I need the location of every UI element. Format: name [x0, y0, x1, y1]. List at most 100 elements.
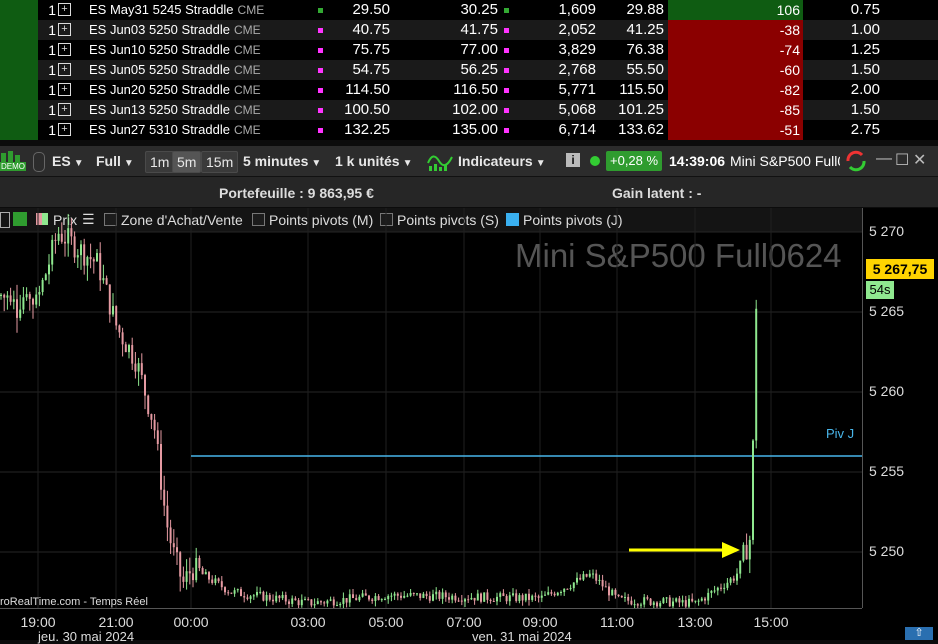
candle-body: [339, 603, 342, 606]
options-row[interactable]: 1 + ES Jun13 5250 Straddle CME 100.50 102.00 5…: [0, 100, 938, 120]
candle-body: [425, 593, 428, 597]
candle-body: [752, 440, 754, 540]
candle-body: [489, 599, 492, 601]
candle-body: [163, 489, 166, 506]
candle-body: [390, 595, 393, 597]
bid-cell: 54.75: [352, 61, 390, 78]
candle-body: [124, 344, 127, 353]
candle-body: [377, 596, 380, 601]
change-cell: -60: [668, 60, 803, 80]
candle-body: [86, 257, 89, 266]
candle-body: [99, 253, 102, 281]
refresh-icon[interactable]: [843, 149, 869, 173]
interval-15m-button[interactable]: 15m: [201, 151, 239, 173]
candle-body: [643, 597, 646, 605]
minimize-icon[interactable]: —: [876, 150, 892, 168]
expand-icon[interactable]: +: [58, 103, 71, 116]
symbol-selector[interactable]: ES ▼: [52, 151, 84, 171]
units-selector[interactable]: 1 k unités ▼: [335, 151, 413, 171]
chart-plot[interactable]: [0, 208, 862, 608]
candle-body: [76, 255, 79, 258]
change-cell: -38: [668, 20, 803, 40]
interval-5m-button[interactable]: 5m: [172, 151, 202, 173]
demo-label: DEMO: [0, 162, 26, 171]
candle-body: [547, 592, 550, 595]
candle-body: [355, 598, 358, 601]
candle-body: [240, 589, 242, 597]
candle-body: [291, 598, 294, 604]
candle-body: [633, 604, 636, 606]
quantity: 1: [48, 82, 56, 98]
pivot-label: Piv J: [826, 426, 855, 441]
candle-body: [537, 596, 540, 598]
candle-body: [64, 241, 66, 244]
candle-body: [204, 572, 207, 575]
candle-body: [726, 582, 729, 588]
expand-icon[interactable]: +: [58, 123, 71, 136]
candle-body: [211, 579, 214, 583]
y-tick-label: 5 255: [869, 463, 905, 479]
toolbar-grip-icon[interactable]: [33, 152, 45, 172]
bid-cell: 114.50: [345, 81, 390, 98]
options-row[interactable]: 1 + ES Jun10 5250 Straddle CME 75.75 77.00 3,8…: [0, 40, 938, 60]
candle-body: [614, 589, 617, 595]
info-button[interactable]: i: [566, 153, 580, 167]
price-chart[interactable]: Prix ☰ Zone d'Achat/Vente Points pivots …: [0, 208, 938, 644]
candle-body: [582, 574, 585, 580]
x-tick-label: 05:00: [368, 614, 404, 630]
mode-selector[interactable]: Full ▼: [96, 151, 134, 171]
candle-body: [262, 591, 265, 601]
x-tick-label: 21:00: [98, 614, 134, 630]
change-cell: -51: [668, 120, 803, 140]
candle-body: [0, 294, 2, 296]
ask-trend-dot: [504, 88, 509, 93]
candle-body: [352, 594, 354, 599]
candle-body: [384, 599, 386, 601]
candle-body: [201, 568, 204, 575]
options-row[interactable]: 1 + ES Jun27 5310 Straddle CME 132.25 135.00 6…: [0, 120, 938, 140]
expand-icon[interactable]: +: [58, 43, 71, 56]
candle-body: [67, 228, 70, 244]
candle-body: [438, 591, 441, 599]
candle-body: [220, 581, 223, 588]
maximize-icon[interactable]: ☐: [895, 150, 909, 170]
timeframe-selector[interactable]: 5 minutes ▼: [243, 151, 321, 171]
candle-body: [400, 595, 402, 598]
indicators-icon[interactable]: [426, 149, 454, 173]
close-icon[interactable]: ✕: [913, 150, 926, 170]
expand-icon[interactable]: +: [58, 3, 71, 16]
bid-cell: 75.75: [352, 41, 390, 58]
expand-icon[interactable]: +: [58, 23, 71, 36]
volume-cell: 6,714: [558, 121, 596, 138]
volume-cell: 3,829: [558, 41, 596, 58]
indicators-menu[interactable]: Indicateurs ▼: [458, 151, 546, 171]
candle-body: [368, 595, 370, 600]
options-row[interactable]: 1 + ES Jun05 5250 Straddle CME 54.75 56.25 2,7…: [0, 60, 938, 80]
scroll-up-icon[interactable]: ⇧: [905, 627, 933, 640]
candle-body: [432, 594, 434, 601]
candle-body: [310, 599, 313, 606]
x-tick-label: 11:00: [600, 614, 634, 630]
options-row[interactable]: 1 + ES Jun20 5250 Straddle CME 114.50 116.50 5…: [0, 80, 938, 100]
volume-cell: 2,768: [558, 61, 596, 78]
candle-body: [361, 593, 364, 597]
options-row[interactable]: 1 + ES May31 5245 Straddle CME 29.50 30.25 1,6…: [0, 0, 938, 20]
chevron-down-icon: ▼: [311, 158, 322, 169]
ask-cell: 77.00: [460, 41, 498, 58]
chevron-down-icon: ▼: [402, 158, 413, 169]
options-row[interactable]: 1 + ES Jun03 5250 Straddle CME 40.75 41.75 2,0…: [0, 20, 938, 40]
candle-body: [611, 589, 614, 596]
candle-body: [160, 444, 162, 490]
candle-body: [412, 592, 415, 594]
expand-icon[interactable]: +: [58, 83, 71, 96]
expand-icon[interactable]: +: [58, 63, 71, 76]
portfolio-value: Portefeuille : 9 863,95 €: [219, 185, 374, 201]
candle-body: [454, 595, 457, 601]
ask-cell: 56.25: [460, 61, 498, 78]
position-marker: [0, 100, 38, 120]
volume-cell: 2,052: [558, 21, 596, 38]
position-marker: [0, 80, 38, 100]
position-marker: [0, 120, 38, 140]
interval-1m-button[interactable]: 1m: [145, 151, 175, 173]
candle-body: [483, 592, 486, 602]
